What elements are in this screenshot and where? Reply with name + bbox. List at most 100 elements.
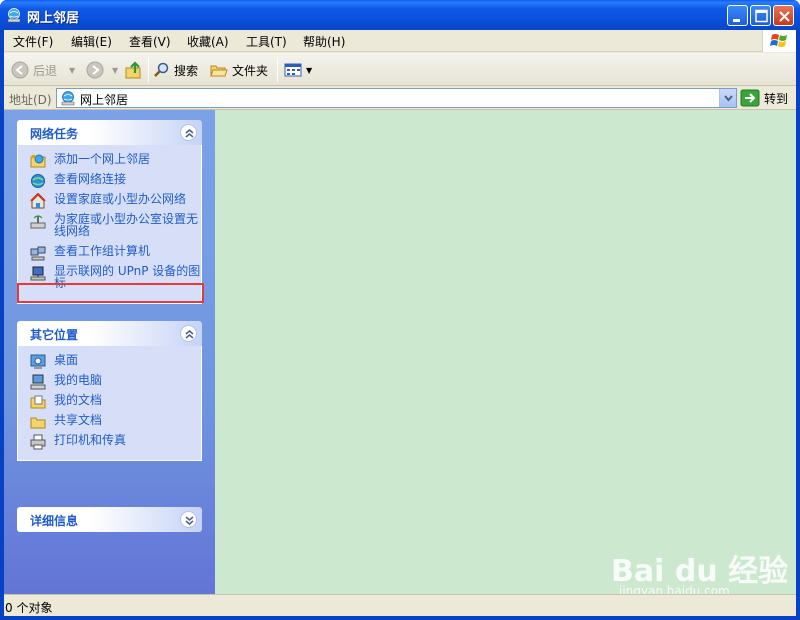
views-dropdown-icon: ▼ [306,65,313,75]
menu-bar: 文件(F) 编辑(E) 查看(V) 收藏(A) 工具(T) 帮助(H) [4,30,796,52]
other-places-header[interactable]: 其它位置 [17,321,202,346]
chevron-down-icon [724,95,733,102]
up-folder-icon [125,61,141,79]
address-value: 网上邻居 [80,93,129,107]
place-label: 我的电脑 [54,373,103,387]
explorer-window: 网上邻居 文件(F) 编辑(E) 查看(V) 收藏(A) 工具(T) 帮助(H) [0,0,800,620]
highlight-box [17,283,204,303]
chevron-up-double-icon [185,329,194,339]
back-dropdown-icon[interactable]: ▼ [69,66,75,75]
menu-help[interactable]: 帮助(H) [303,33,345,50]
back-label: 后退 [33,63,58,78]
collapse-button[interactable] [180,124,197,141]
details-panel: 详细信息 [17,507,202,532]
address-dropdown-button[interactable] [719,89,736,107]
wireless-network-icon [30,215,46,229]
shared-documents-icon [30,417,46,429]
chevron-down-double-icon [185,516,194,526]
forward-dropdown-icon[interactable]: ▼ [112,66,118,75]
my-computer-icon [30,374,46,390]
place-label: 共享文档 [54,413,103,427]
expand-button[interactable] [180,511,197,528]
search-label: 搜索 [174,63,199,78]
close-button[interactable] [773,5,794,26]
search-icon [154,62,169,77]
place-printers-faxes[interactable]: 打印机和传真 [18,433,201,450]
details-header[interactable]: 详细信息 [17,507,202,532]
network-tasks-panel: 网络任务 添加一个网上邻居 查看网络连接 设置家庭或小型办公网络 为家庭或小型办… [17,120,204,304]
window-client: 文件(F) 编辑(E) 查看(V) 收藏(A) 工具(T) 帮助(H) 后退 ▼ [4,30,796,616]
views-button[interactable]: ▼ [284,60,312,80]
place-desktop[interactable]: 桌面 [18,353,201,369]
go-label: 转到 [764,91,789,106]
maximize-icon [755,9,768,23]
folders-button[interactable]: 文件夹 [210,60,268,80]
back-arrow-icon [11,61,29,79]
place-label: 打印机和传真 [54,433,127,447]
menu-tools[interactable]: 工具(T) [246,33,287,50]
window-title: 网上邻居 [27,11,80,26]
task-pane: 网络任务 添加一个网上邻居 查看网络连接 设置家庭或小型办公网络 为家庭或小型办… [4,110,215,594]
add-network-place-icon [30,154,46,168]
address-input[interactable]: 网上邻居 [56,88,737,108]
go-arrow-icon [740,89,760,107]
other-places-panel: 其它位置 桌面 我的电脑 我的文档 共享文档 打印机和传真 [17,321,202,461]
toolbar-separator [148,58,149,82]
task-view-workgroup-computers[interactable]: 查看工作组计算机 [18,244,201,261]
address-bar: 地址(D) 网上邻居 转到 [4,87,796,110]
toolbar-separator [277,58,278,82]
other-places-body: 桌面 我的电脑 我的文档 共享文档 打印机和传真 [17,346,202,461]
place-shared-documents[interactable]: 共享文档 [18,413,201,429]
task-label: 添加一个网上邻居 [54,152,151,166]
network-places-icon [61,91,75,106]
back-button[interactable]: 后退 ▼ [11,60,75,80]
search-button[interactable]: 搜索 [154,60,198,80]
menu-file[interactable]: 文件(F) [13,33,53,50]
network-tasks-body: 添加一个网上邻居 查看网络连接 设置家庭或小型办公网络 为家庭或小型办公室设置无… [17,145,204,304]
panel-title: 网络任务 [30,127,79,141]
menu-view[interactable]: 查看(V) [129,33,171,50]
minimize-button[interactable] [727,5,748,26]
folders-label: 文件夹 [232,63,269,78]
network-places-icon [7,8,21,23]
printer-icon [30,434,46,450]
title-bar[interactable]: 网上邻居 [0,0,800,30]
task-label: 查看工作组计算机 [54,244,151,258]
desktop-icon [30,354,46,369]
task-setup-home-network[interactable]: 设置家庭或小型办公网络 [18,192,201,209]
menu-favorites[interactable]: 收藏(A) [187,33,229,50]
panel-title: 其它位置 [30,328,79,342]
minimize-icon [733,19,740,22]
toolbar: 后退 ▼ ▼ 搜索 文件夹 ▼ [4,53,796,86]
up-folder-button[interactable] [125,60,143,80]
task-label: 设置家庭或小型办公网络 [54,192,187,206]
status-text: 0 个对象 [5,601,53,615]
collapse-button[interactable] [180,325,197,342]
home-network-icon [30,193,46,209]
task-setup-wireless-network[interactable]: 为家庭或小型办公室设置无线网络 [18,213,201,237]
task-view-network-connections[interactable]: 查看网络连接 [18,172,201,188]
windows-logo [762,30,796,52]
place-label: 我的文档 [54,393,103,407]
place-my-computer[interactable]: 我的电脑 [18,373,201,390]
panel-title: 详细信息 [30,514,79,528]
views-icon [284,63,302,77]
forward-button[interactable]: ▼ [86,60,118,80]
maximize-button[interactable] [750,5,771,26]
workgroup-computers-icon [30,246,46,261]
task-label: 为家庭或小型办公室设置无线网络 [54,212,199,238]
place-label: 桌面 [54,353,79,367]
place-my-documents[interactable]: 我的文档 [18,393,201,409]
network-connections-icon [31,174,45,188]
task-add-network-place[interactable]: 添加一个网上邻居 [18,152,201,168]
content-area[interactable]: Bai du 经验 jingyan.baidu.com [215,110,796,598]
network-tasks-header[interactable]: 网络任务 [17,120,202,145]
menu-edit[interactable]: 编辑(E) [71,33,112,50]
upnp-device-icon [30,266,46,281]
folder-icon [210,65,228,77]
status-bar: 0 个对象 [4,594,796,616]
address-label: 地址(D) [9,93,52,107]
forward-arrow-icon [86,61,104,79]
go-button[interactable]: 转到 [740,88,788,108]
task-label: 查看网络连接 [54,172,127,186]
